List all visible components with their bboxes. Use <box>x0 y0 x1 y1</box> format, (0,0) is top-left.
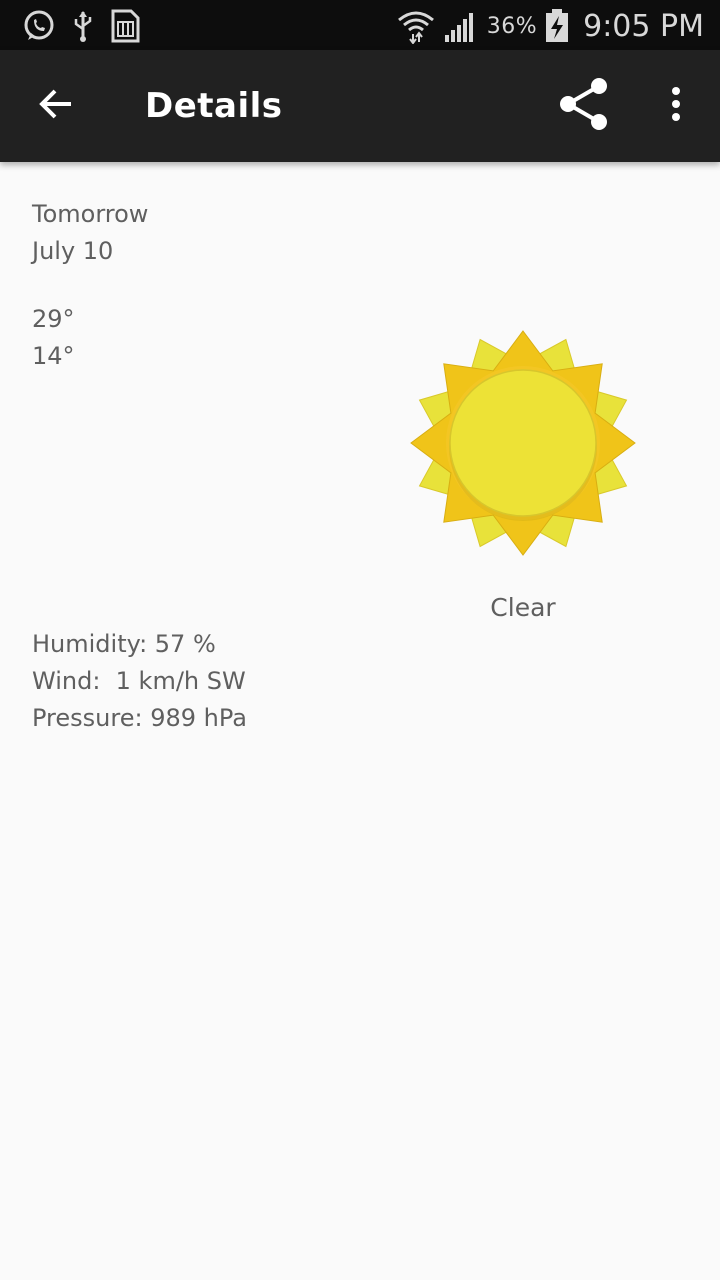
share-button[interactable] <box>552 76 616 136</box>
wind-label: Wind: 1 km/h SW <box>32 667 246 695</box>
usb-icon <box>72 9 94 43</box>
whatsapp-icon <box>22 9 56 43</box>
app-bar: Details <box>0 50 720 162</box>
low-temperature: 14° <box>32 342 75 370</box>
signal-icon <box>443 9 479 43</box>
back-button[interactable] <box>28 78 84 134</box>
details-content: Tomorrow July 10 29° 14° Clear Humidity:… <box>0 162 720 1280</box>
system-icons: 36% 9:05 PM <box>389 6 704 46</box>
sun-icon <box>410 330 636 556</box>
more-vert-icon <box>670 86 682 126</box>
wifi-icon <box>397 8 435 44</box>
high-temperature: 29° <box>32 305 75 333</box>
battery-charging-icon <box>545 9 569 43</box>
notification-icons <box>22 8 156 44</box>
overflow-menu-button[interactable] <box>652 76 700 136</box>
day-label: Tomorrow <box>32 200 149 228</box>
sim-card-icon <box>110 9 140 43</box>
pressure-label: Pressure: 989 hPa <box>32 704 247 732</box>
share-icon <box>558 76 610 136</box>
page-title: Details <box>145 86 283 126</box>
arrow-back-icon <box>38 88 74 124</box>
status-bar: 36% 9:05 PM <box>0 0 720 50</box>
humidity-label: Humidity: 57 % <box>32 630 216 658</box>
clock: 9:05 PM <box>583 8 704 44</box>
condition-label: Clear <box>490 593 556 622</box>
battery-percent: 36% <box>486 13 538 39</box>
date-label: July 10 <box>32 237 114 265</box>
